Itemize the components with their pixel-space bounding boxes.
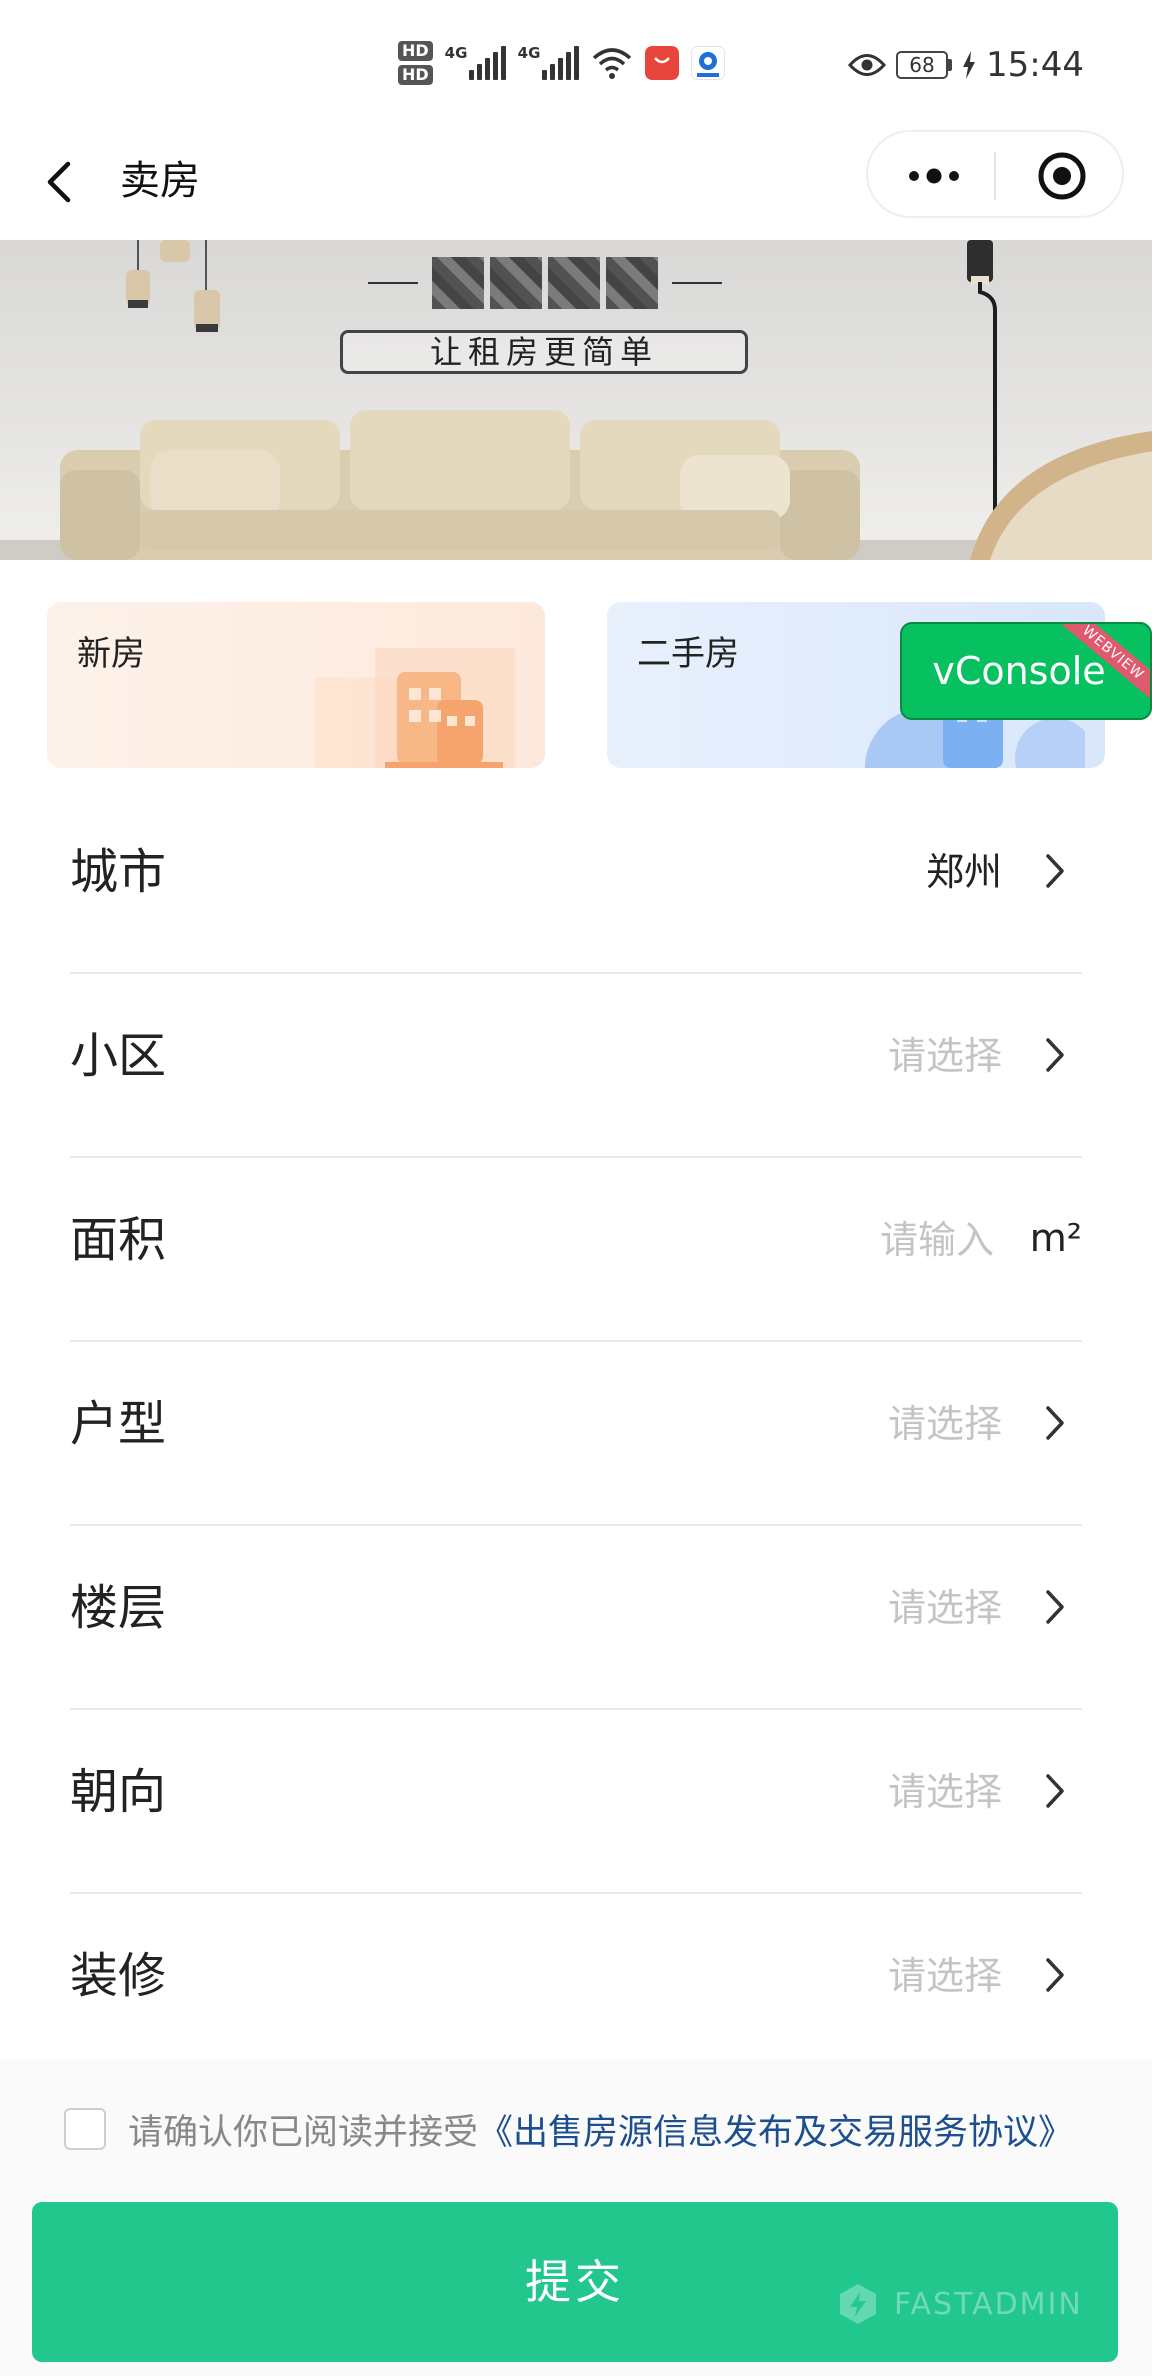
status-bar: HD HD 4G 4G 68 15:44 [0,0,1152,130]
area-input[interactable]: 请输入 [794,1158,994,1342]
community-placeholder: 请选择 [887,1034,1002,1078]
city-value: 郑州 [925,850,1002,894]
signal-icon: 4G [517,44,579,80]
battery-icon: 68 [896,51,953,79]
charging-icon [963,51,976,79]
layout-label: 户型 [70,1396,167,1452]
layout-row[interactable]: 户型 请选择 [70,1342,1082,1526]
agreement-checkbox[interactable] [64,2108,106,2150]
sofa-image [60,410,860,560]
layout-placeholder: 请选择 [887,1402,1002,1446]
navigation-bar: 卖房 [0,130,1152,240]
agreement-link[interactable]: 《出售房源信息发布及交易服务协议》 [478,2104,1073,2155]
new-house-card[interactable]: 新房 [47,602,545,768]
orientation-label: 朝向 [70,1764,167,1820]
building-icon [315,648,515,768]
city-label: 城市 [70,844,167,900]
app-notification-icon [690,46,725,80]
orientation-row[interactable]: 朝向 请选择 [70,1710,1082,1894]
card-label: 二手房 [637,634,739,674]
fastadmin-watermark: FASTADMIN [836,2282,1083,2326]
card-label: 新房 [77,634,145,674]
chevron-right-icon [1046,854,1064,888]
chevron-right-icon [1046,1774,1064,1808]
hd-icon: HD [398,65,433,85]
chevron-right-icon [1046,1406,1064,1440]
capsule-divider [994,152,996,200]
lightning-logo-icon [840,2284,876,2324]
area-row: 面积 请输入 m² [70,1158,1082,1342]
agreement-text: 请确认你已阅读并接受 [128,2112,479,2153]
huawei-app-icon [644,46,679,80]
chevron-right-icon [1046,1590,1064,1624]
area-unit: m² [1029,1216,1082,1260]
network-type-label: 4G [517,44,541,62]
more-options-icon[interactable] [904,156,964,196]
decoration-row[interactable]: 装修 请选择 [70,1894,1082,2078]
vconsole-label: vConsole [932,649,1106,693]
vconsole-button[interactable]: vConsole WEBVIEW [900,622,1152,720]
status-right: 68 15:44 [848,40,1084,90]
chair-image [970,431,1152,560]
orientation-placeholder: 请选择 [887,1770,1002,1814]
eye-icon [848,54,887,76]
banner-subtitle: 让租房更简单 [340,330,748,374]
page-title: 卖房 [120,158,200,204]
clock: 15:44 [986,45,1084,85]
city-row[interactable]: 城市 郑州 [70,790,1082,974]
status-icons: HD HD 4G 4G [398,38,725,88]
agreement-row: 请确认你已阅读并接受 《出售房源信息发布及交易服务协议》 [64,2104,1073,2154]
hd-indicators: HD HD [398,41,433,85]
back-arrow-icon[interactable] [40,152,80,212]
wifi-icon [592,48,631,79]
floor-label: 楼层 [70,1580,167,1636]
floor-row[interactable]: 楼层 请选择 [70,1526,1082,1710]
promo-banner[interactable]: 让租房更简单 [0,240,1152,560]
signal-icon: 4G [444,44,506,80]
network-type-label: 4G [444,44,468,62]
close-miniprogram-icon[interactable] [1036,150,1088,202]
watermark-text: FASTADMIN [894,2286,1083,2322]
area-label: 面积 [70,1212,167,1268]
decoration-label: 装修 [70,1948,167,2004]
battery-level: 68 [896,51,949,79]
miniprogram-capsule [866,130,1124,218]
chevron-right-icon [1046,1038,1064,1072]
decoration-placeholder: 请选择 [887,1954,1002,1998]
hd-icon: HD [398,41,433,61]
floor-placeholder: 请选择 [887,1586,1002,1630]
chevron-right-icon [1046,1958,1064,1992]
banner-heading-blurred [320,257,770,309]
community-label: 小区 [70,1028,167,1084]
pendant-lamp-image [126,240,220,332]
community-row[interactable]: 小区 请选择 [70,974,1082,1158]
